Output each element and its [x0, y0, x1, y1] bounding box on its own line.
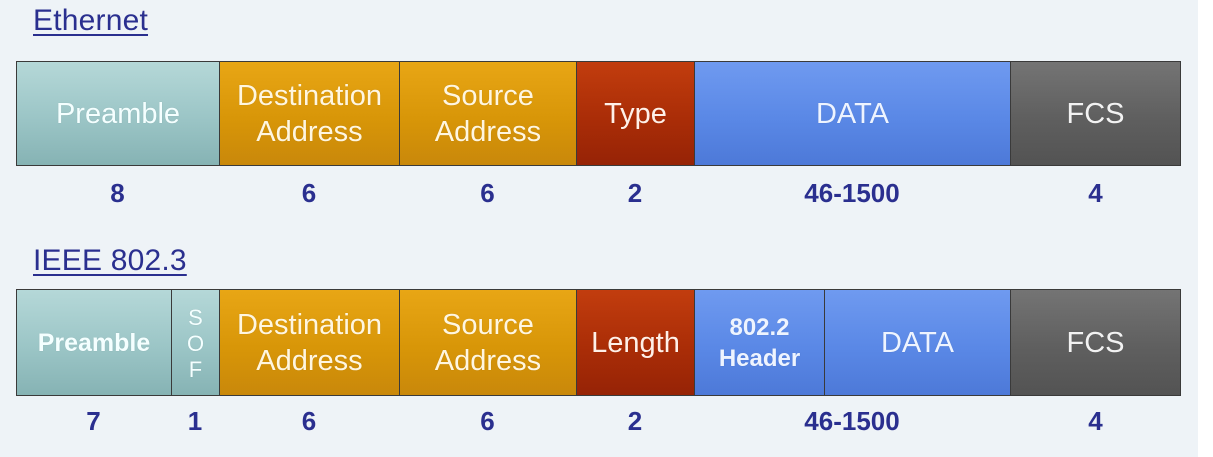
- ieee-size-destination: 6: [301, 406, 317, 436]
- ieee-sof-field: S O F: [172, 290, 220, 395]
- ieee-destination-address-field: Destination Address: [220, 290, 400, 395]
- ieee-length-label: Length: [591, 326, 680, 359]
- ethernet-size-type: 2: [627, 178, 643, 208]
- ethernet-source-label-line2: Address: [434, 115, 542, 148]
- ieee-sof-letter-o: O: [186, 330, 205, 356]
- ieee-data-label: DATA: [880, 326, 955, 359]
- ethernet-destination-label-line1: Destination: [236, 79, 383, 112]
- ethernet-data-field: DATA: [695, 62, 1011, 165]
- ieee-8023-title: IEEE 802.3: [33, 244, 187, 277]
- ethernet-size-preamble: 8: [110, 178, 125, 208]
- ethernet-data-label: DATA: [815, 97, 890, 130]
- ethernet-size-data: 46-1500: [804, 178, 900, 208]
- ethernet-fcs-field: FCS: [1011, 62, 1180, 165]
- ethernet-size-source: 6: [480, 178, 495, 208]
- ieee-preamble-label: Preamble: [37, 328, 151, 357]
- ieee-size-row: 7 1 6 6 2 46-1500 4: [16, 406, 1181, 436]
- ieee-source-label-line2: Address: [434, 344, 542, 377]
- ieee-destination-label-line1: Destination: [236, 308, 383, 341]
- ethernet-destination-address-field: Destination Address: [220, 62, 400, 165]
- ieee-8023-frame: Preamble S O F Destination Address Sourc…: [16, 289, 1181, 396]
- right-edge-strip: [1198, 0, 1213, 457]
- ieee-8022-header-label-line2: Header: [718, 344, 801, 372]
- ieee-destination-label-line2: Address: [256, 344, 363, 377]
- ieee-size-sof: 1: [187, 406, 203, 436]
- ethernet-source-label-line1: Source: [442, 79, 534, 112]
- ieee-preamble-field: Preamble: [17, 290, 172, 395]
- ethernet-type-field: Type: [577, 62, 695, 165]
- ieee-8022-header-label-line1: 802.2: [729, 313, 790, 341]
- ieee-8022-header-field: 802.2 Header: [695, 290, 825, 395]
- ieee-source-address-field: Source Address: [400, 290, 577, 395]
- ethernet-type-label: Type: [604, 97, 667, 130]
- ethernet-source-address-field: Source Address: [400, 62, 577, 165]
- ethernet-fcs-label: FCS: [1066, 97, 1125, 130]
- ethernet-preamble-label: Preamble: [55, 97, 181, 130]
- ieee-size-length: 2: [627, 406, 643, 436]
- ieee-size-data: 46-1500: [804, 406, 900, 436]
- ieee-sof-letter-s: S: [188, 304, 203, 330]
- ieee-size-source: 6: [480, 406, 495, 436]
- ethernet-destination-label-line2: Address: [256, 115, 363, 148]
- ieee-fcs-field: FCS: [1011, 290, 1180, 395]
- ethernet-size-fcs: 4: [1088, 178, 1103, 208]
- ethernet-frame: Preamble Destination Address Source Addr…: [16, 61, 1181, 166]
- ethernet-title: Ethernet: [33, 4, 149, 37]
- ethernet-size-row: 8 6 6 2 46-1500 4: [16, 178, 1181, 208]
- ieee-fcs-label: FCS: [1066, 326, 1125, 359]
- ieee-data-field: DATA: [825, 290, 1011, 395]
- ieee-source-label-line1: Source: [442, 308, 534, 341]
- ieee-length-field: Length: [577, 290, 695, 395]
- ieee-sof-letter-f: F: [188, 356, 203, 382]
- ethernet-size-destination: 6: [301, 178, 317, 208]
- ieee-size-fcs: 4: [1088, 406, 1103, 436]
- ethernet-preamble-field: Preamble: [17, 62, 220, 165]
- ieee-size-preamble: 7: [86, 406, 101, 436]
